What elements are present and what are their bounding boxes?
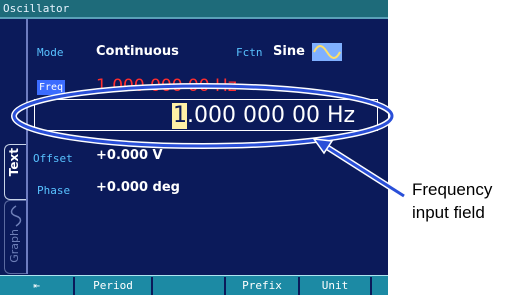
annotation-text: Frequency input field	[412, 178, 492, 224]
callout-overlay	[11, 83, 406, 199]
annotation-line2: input field	[412, 203, 485, 222]
callout-line-inner	[321, 142, 405, 198]
highlight-ellipse-inner	[12, 84, 394, 148]
annotation-line1: Frequency	[412, 180, 493, 199]
